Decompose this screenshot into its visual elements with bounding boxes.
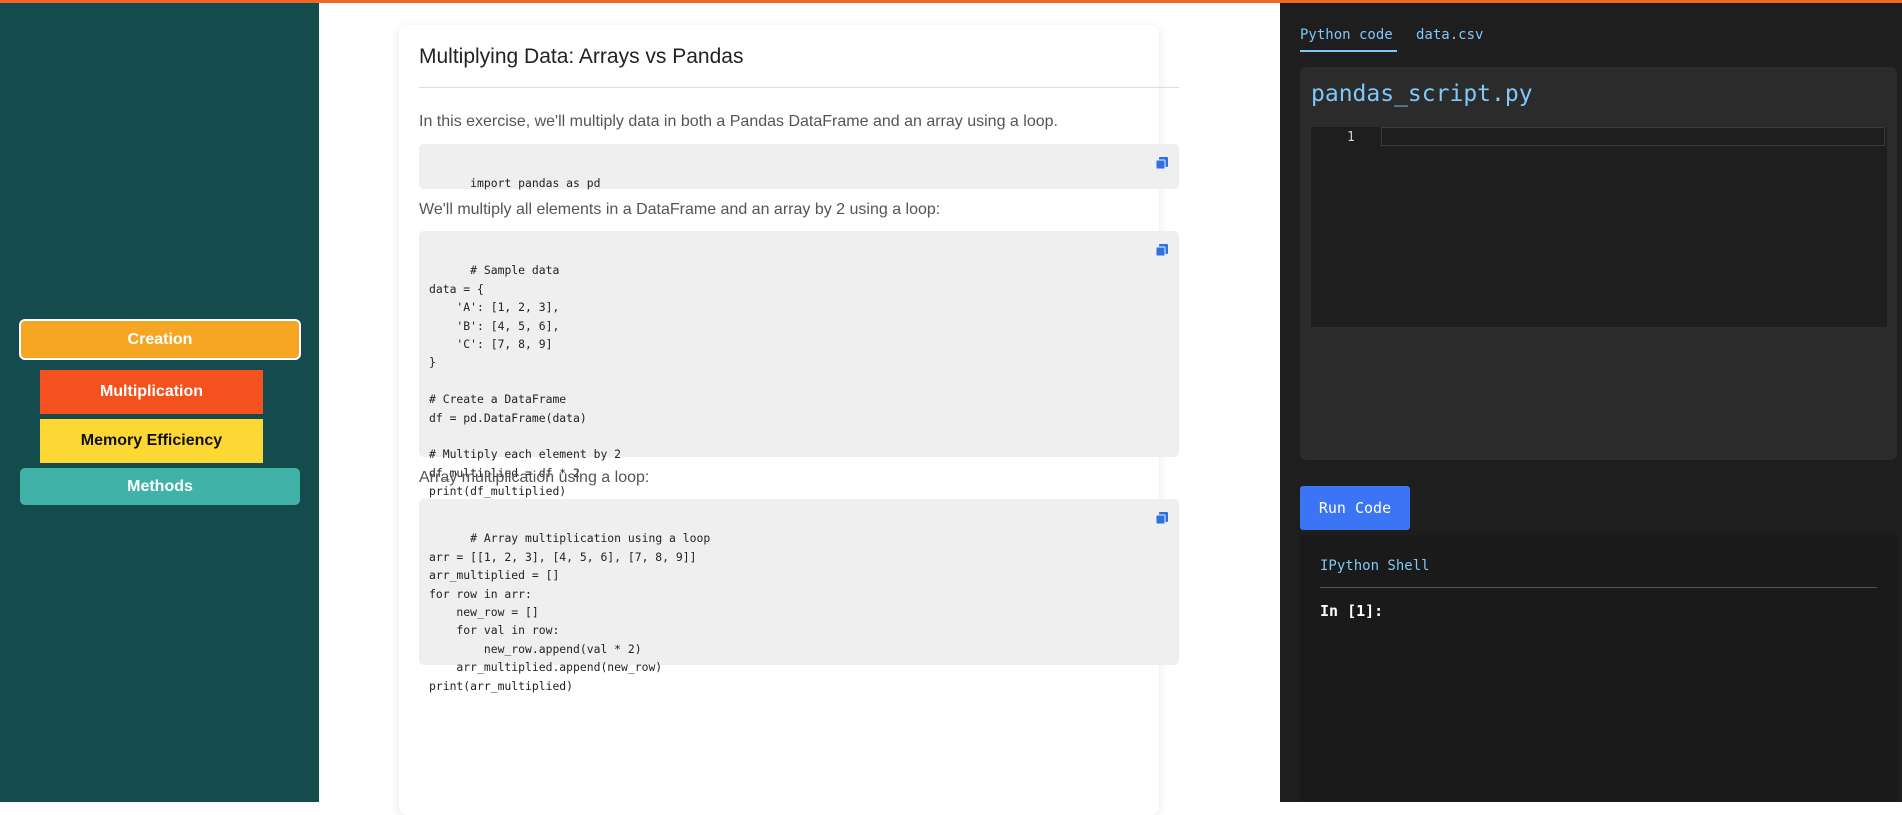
sidebar: Creation Multiplication Memory Efficienc… [0, 3, 319, 802]
nav-button-creation[interactable]: Creation [19, 319, 301, 360]
lesson-title: Multiplying Data: Arrays vs Pandas [419, 45, 744, 68]
copy-icon[interactable] [1155, 243, 1169, 257]
tab-python-code[interactable]: Python code [1300, 27, 1393, 43]
lesson-paragraph-2: We'll multiply all elements in a DataFra… [419, 201, 941, 218]
line-number: 1 [1347, 130, 1355, 145]
code-text: import pandas as pd [470, 176, 601, 191]
lesson-paragraph-3: Array multiplication using a loop: [419, 469, 650, 486]
nav-button-memory-efficiency[interactable]: Memory Efficiency [40, 419, 263, 463]
shell-input[interactable] [1390, 599, 1874, 625]
shell-divider [1320, 587, 1877, 588]
active-tab-indicator [1300, 50, 1397, 52]
lesson-card: Multiplying Data: Arrays vs Pandas In th… [399, 25, 1179, 815]
code-block-array-loop[interactable]: # Array multiplication using a loop arr … [419, 499, 1179, 693]
nav-button-multiplication[interactable]: Multiplication [40, 370, 263, 414]
tab-data-csv[interactable]: data.csv [1416, 27, 1483, 43]
code-block-dataframe[interactable]: # Sample data data = { 'A': [1, 2, 3], '… [419, 231, 1179, 498]
title-divider [419, 87, 1179, 88]
shell-prompt: In [1]: [1320, 602, 1384, 620]
lesson-intro-text: In this exercise, we'll multiply data in… [419, 113, 1058, 130]
run-code-button[interactable]: Run Code [1300, 486, 1410, 530]
code-text: # Array multiplication using a loop arr … [429, 531, 711, 693]
code-editor-panel: Python code data.csv pandas_script.py 1 … [1280, 3, 1902, 802]
active-line-highlight [1381, 127, 1885, 146]
shell-title: IPython Shell [1320, 558, 1430, 574]
nav-button-methods[interactable]: Methods [20, 468, 300, 505]
code-editor[interactable]: 1 [1311, 127, 1887, 327]
editor-container: pandas_script.py 1 [1300, 67, 1897, 460]
code-block-import[interactable]: import pandas as pd [419, 144, 1179, 191]
copy-icon[interactable] [1155, 156, 1169, 170]
ipython-shell: IPython Shell In [1]: [1300, 535, 1897, 802]
copy-icon[interactable] [1155, 511, 1169, 525]
editor-filename: pandas_script.py [1311, 81, 1533, 107]
code-text: # Sample data data = { 'A': [1, 2, 3], '… [429, 263, 622, 499]
lesson-area: Multiplying Data: Arrays vs Pandas In th… [319, 3, 1280, 815]
